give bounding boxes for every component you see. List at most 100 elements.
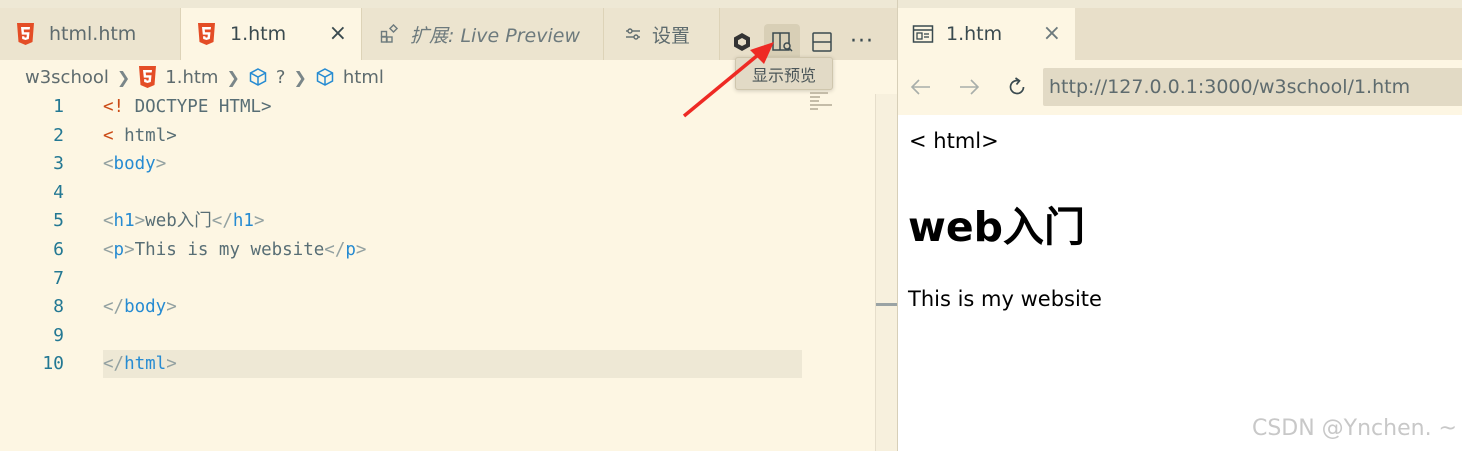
extension-icon [380, 24, 399, 43]
code-text: </html> [103, 350, 177, 379]
token: < [103, 154, 114, 175]
browser-tab-icon [912, 25, 934, 43]
preview-group: 1.htm × http://127.0.0.1:3000/w3school/1… [897, 0, 1462, 451]
breadcrumb-file[interactable]: 1.htm [165, 67, 218, 88]
back-arrow-icon [910, 79, 930, 95]
more-actions-icon: ··· [850, 29, 874, 54]
token: </ [103, 297, 125, 318]
back-button[interactable] [906, 72, 936, 102]
html5-icon [139, 66, 157, 88]
code-line: 8 </body> [0, 293, 875, 322]
token: > [166, 297, 177, 318]
token: > [134, 211, 146, 232]
breadcrumb-symbol-html[interactable]: html [343, 67, 384, 88]
code-text: </body> [103, 293, 177, 322]
code-line: 5 <h1>web入门</h1> [0, 207, 875, 236]
token: < [103, 240, 114, 260]
line-number: 1 [53, 96, 64, 117]
tab-html-htm[interactable]: html.htm [0, 8, 181, 60]
line-number: 3 [53, 153, 64, 175]
line-number: 6 [53, 239, 64, 260]
split-editor-icon [812, 32, 832, 52]
scrollbar-cursor-marker [876, 303, 898, 306]
code-text: < html> [103, 122, 177, 151]
more-actions-button[interactable]: ··· [844, 24, 880, 60]
preview-toolbar: http://127.0.0.1:3000/w3school/1.htm [898, 60, 1462, 115]
tab-1-htm-active[interactable]: 1.htm × [181, 8, 361, 60]
csdn-watermark: CSDN @Ynchen. ~ [1251, 416, 1457, 441]
editor-scrollbar[interactable] [875, 94, 898, 451]
token: body [124, 297, 167, 318]
code-line: 4 [0, 179, 875, 208]
line-number: 9 [53, 324, 64, 346]
token: </ [103, 354, 125, 375]
forward-button[interactable] [954, 72, 984, 102]
preview-tab-bar: 1.htm × [898, 0, 1462, 60]
page-paragraph: This is my website [908, 287, 1102, 311]
breadcrumb-folder[interactable]: w3school [25, 67, 109, 88]
token: < [103, 125, 114, 146]
token: web入门 [145, 211, 212, 232]
close-icon[interactable]: × [329, 21, 347, 47]
url-input[interactable]: http://127.0.0.1:3000/w3school/1.htm [1043, 68, 1462, 106]
reload-icon [1009, 77, 1025, 95]
forward-arrow-icon [960, 79, 980, 95]
code-editor[interactable]: 1 <! DOCTYPE HTML> 2 < html> 3 <body> 4 … [0, 93, 875, 451]
preview-page: < html> web入门 This is my website CSDN @Y… [898, 115, 1462, 451]
tab-extension-live-preview[interactable]: 扩展: Live Preview [361, 8, 604, 60]
code-line: 2 < html> [0, 122, 875, 151]
minimap[interactable] [810, 92, 838, 114]
token: > [155, 154, 167, 175]
close-icon[interactable]: × [1043, 21, 1061, 47]
token: > [166, 354, 177, 375]
code-line: 1 <! DOCTYPE HTML> [0, 93, 875, 122]
tab-preview-1-htm[interactable]: 1.htm × [898, 8, 1075, 60]
code-line: 7 [0, 265, 875, 294]
settings-sliders-icon [626, 28, 640, 40]
token: </ [211, 211, 233, 232]
vscode-window: html.htm 1.htm × 扩展: Live Preview 设置 ···… [0, 0, 1462, 451]
token: DOCTYPE HTML> [124, 97, 272, 117]
chevron-right-icon: ❯ [116, 67, 131, 87]
code-line: 10 </html> [0, 350, 875, 379]
token: </ [324, 240, 346, 260]
code-text: <body> [103, 150, 166, 179]
line-number: 8 [53, 296, 64, 318]
token: < [103, 211, 114, 232]
token: This is my website [134, 240, 325, 260]
token: > [124, 240, 135, 260]
line-number: 10 [42, 353, 64, 375]
token: body [113, 154, 156, 175]
code-text: <p>This is my website</p> [103, 236, 366, 265]
breadcrumb: w3school ❯ 1.htm ❯ ? ❯ html [25, 64, 384, 90]
page-text-html-tag: < html> [909, 129, 999, 153]
symbol-cube-icon [316, 68, 334, 86]
tab-label: 1.htm [230, 23, 287, 45]
html5-icon [198, 23, 215, 45]
token: p [113, 240, 125, 260]
chevron-right-icon: ❯ [226, 67, 240, 87]
tab-label: 扩展: Live Preview [410, 24, 580, 47]
split-editor-button[interactable] [804, 24, 840, 60]
page-heading: web入门 [908, 203, 1086, 251]
tab-label: 1.htm [946, 23, 1003, 45]
token: html> [113, 125, 177, 146]
token: <! [103, 97, 125, 117]
code-line: 9 [0, 322, 875, 351]
token: > [253, 211, 265, 232]
code-text: <h1>web入门</h1> [103, 207, 264, 236]
code-line: 6 <p>This is my website</p> [0, 236, 875, 265]
line-number: 4 [53, 181, 64, 203]
token: h1 [232, 211, 254, 232]
symbol-cube-icon [249, 68, 267, 86]
editor-group-left: html.htm 1.htm × 扩展: Live Preview 设置 ···… [0, 0, 898, 451]
line-number: 7 [53, 267, 64, 289]
code-text: <! DOCTYPE HTML> [103, 93, 272, 122]
token: html [124, 354, 167, 375]
chevron-right-icon: ❯ [293, 67, 307, 87]
code-line: 3 <body> [0, 150, 875, 179]
token: h1 [113, 211, 135, 232]
breadcrumb-symbol-unknown[interactable]: ? [276, 67, 286, 88]
reload-button[interactable] [1002, 72, 1032, 102]
token: > [355, 240, 367, 260]
